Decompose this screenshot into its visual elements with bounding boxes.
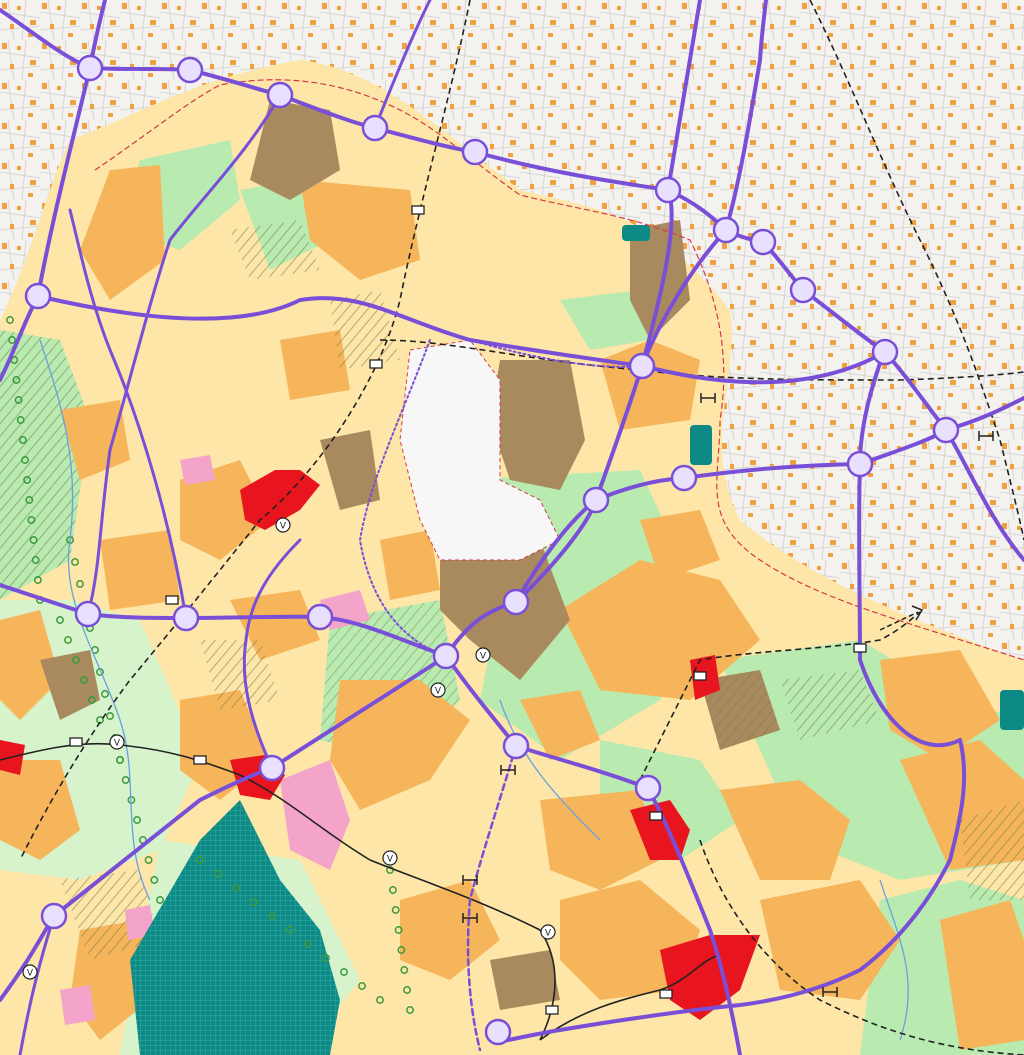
ring-junction-icon bbox=[258, 754, 286, 782]
rail-station-box-icon bbox=[853, 643, 867, 653]
ring-junction-icon bbox=[461, 138, 489, 166]
ring-junction-icon bbox=[789, 276, 817, 304]
metro-station-v-icon: V bbox=[109, 734, 125, 750]
ring-junction-icon bbox=[846, 450, 874, 478]
svg-text:V: V bbox=[480, 652, 487, 662]
svg-text:V: V bbox=[280, 522, 287, 532]
ring-junction-icon bbox=[871, 338, 899, 366]
map-canvas: V V V V V V V bbox=[0, 0, 1024, 1055]
ring-junction-icon bbox=[74, 600, 102, 628]
ring-junction-icon bbox=[502, 588, 530, 616]
land-use-map: V V V V V V V bbox=[0, 0, 1024, 1055]
ring-junction-icon bbox=[749, 228, 777, 256]
metro-station-v-icon: V bbox=[22, 964, 38, 980]
ring-junction-icon bbox=[76, 54, 104, 82]
rail-station-box-icon bbox=[545, 1005, 559, 1015]
ring-junction-icon bbox=[654, 176, 682, 204]
ring-junction-icon bbox=[266, 81, 294, 109]
metro-station-v-icon: V bbox=[430, 682, 446, 698]
ring-junction-icon bbox=[432, 642, 460, 670]
ring-junction-icon bbox=[502, 732, 530, 760]
ring-junction-icon bbox=[176, 56, 204, 84]
svg-text:V: V bbox=[27, 969, 34, 979]
ring-junction-icon bbox=[24, 282, 52, 310]
ring-junction-icon bbox=[306, 603, 334, 631]
small-pond bbox=[1000, 690, 1024, 730]
rail-station-box-icon bbox=[649, 811, 663, 821]
ring-junction-icon bbox=[484, 1018, 512, 1046]
rail-station-box-icon bbox=[411, 205, 425, 215]
small-pond bbox=[622, 225, 650, 241]
small-pond bbox=[690, 425, 712, 465]
svg-text:V: V bbox=[114, 739, 121, 749]
rail-station-box-icon bbox=[369, 359, 383, 369]
svg-text:V: V bbox=[545, 929, 552, 939]
ring-junction-icon bbox=[628, 352, 656, 380]
metro-station-v-icon: V bbox=[382, 850, 398, 866]
svg-text:V: V bbox=[387, 855, 394, 865]
metro-station-v-icon: V bbox=[540, 924, 556, 940]
ring-junction-icon bbox=[932, 416, 960, 444]
ring-junction-icon bbox=[40, 902, 68, 930]
rail-station-box-icon bbox=[193, 755, 207, 765]
ring-junction-icon bbox=[634, 774, 662, 802]
metro-station-v-icon: V bbox=[275, 517, 291, 533]
ring-junction-icon bbox=[712, 216, 740, 244]
ring-junction-icon bbox=[670, 464, 698, 492]
svg-text:V: V bbox=[435, 687, 442, 697]
rail-station-box-icon bbox=[693, 671, 707, 681]
ring-junction-icon bbox=[361, 114, 389, 142]
ring-junction-icon bbox=[172, 604, 200, 632]
rail-station-box-icon bbox=[659, 989, 673, 999]
ring-junction-icon bbox=[582, 486, 610, 514]
metro-station-v-icon: V bbox=[475, 647, 491, 663]
rail-station-box-icon bbox=[165, 595, 179, 605]
rail-station-box-icon bbox=[69, 737, 83, 747]
